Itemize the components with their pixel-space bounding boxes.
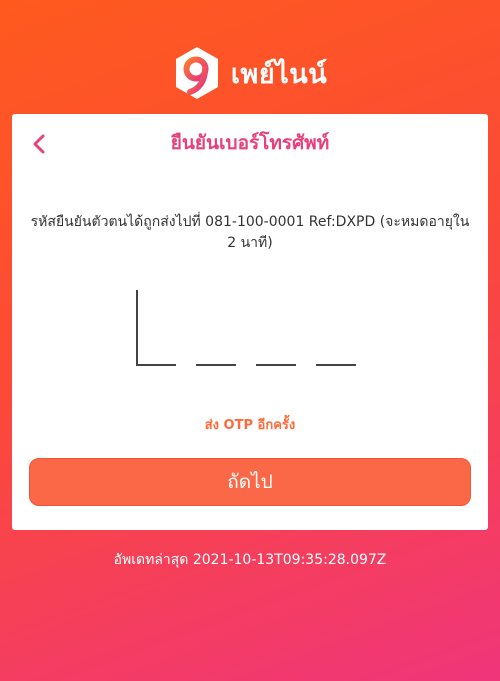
otp-input-cursor: [136, 290, 138, 366]
brand-header: เพย์ไนน์: [0, 44, 500, 102]
brand-name: เพย์ไนน์: [230, 58, 328, 90]
page-title: ยืนยันเบอร์โทรศัพท์: [170, 132, 330, 154]
otp-info-text: รหัสยืนยันตัวตนได้ถูกส่งไปที่ 081-100-00…: [30, 214, 470, 251]
otp-digit-4[interactable]: [316, 364, 356, 366]
verify-phone-card: ยืนยันเบอร์โทรศัพท์ รหัสยืนยันตัวตนได้ถู…: [12, 114, 488, 530]
otp-digit-2[interactable]: [196, 364, 236, 366]
last-updated-text: อัพเดทล่าสุด 2021-10-13T09:35:28.097Z: [113, 552, 387, 568]
otp-digit-1[interactable]: [136, 364, 176, 366]
nine-hexagon-logo-icon: [175, 47, 218, 99]
resend-otp-link[interactable]: ส่ง OTP อีกครั้ง: [12, 414, 488, 435]
next-button[interactable]: ถัดไป: [29, 458, 471, 506]
otp-digit-3[interactable]: [256, 364, 296, 366]
